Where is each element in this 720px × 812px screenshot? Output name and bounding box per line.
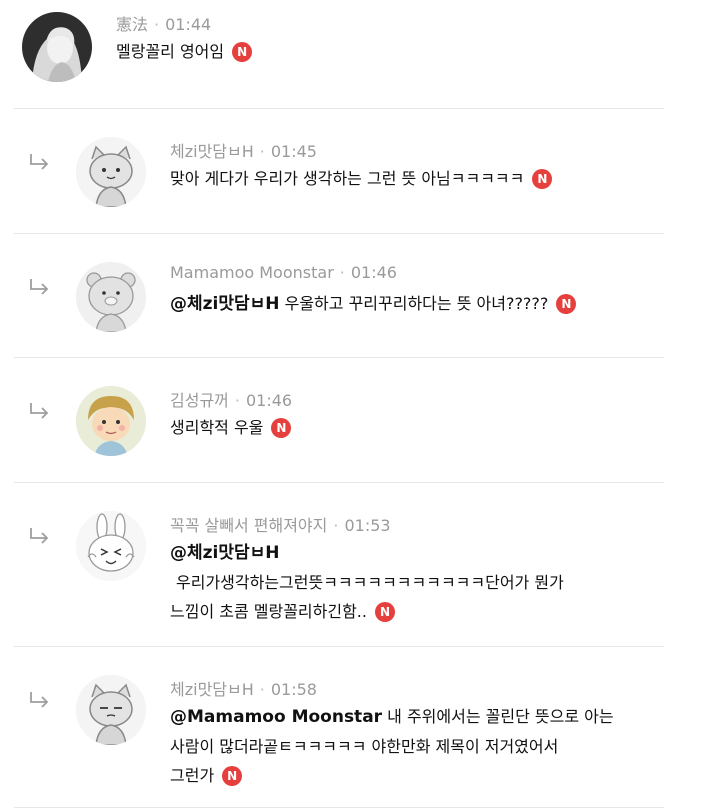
new-badge: N bbox=[271, 418, 292, 438]
reply-arrow-icon bbox=[30, 154, 49, 170]
mention-link[interactable]: @체zi맛담ㅂH bbox=[170, 543, 280, 563]
mention-link[interactable]: @Mamamoo Moonstar bbox=[170, 707, 382, 727]
author-name[interactable]: 김성규꺼 bbox=[170, 391, 229, 410]
comment-body-line: 사람이 많더라곹ㅌㅋㅋㅋㅋㅋ 야한만화 제목이 저거였어서 bbox=[170, 737, 559, 756]
avatar[interactable] bbox=[22, 12, 92, 82]
author-name[interactable]: 체zi맛담ㅂH bbox=[170, 142, 254, 161]
author-name[interactable]: 체zi맛담ㅂH bbox=[170, 680, 254, 699]
avatar[interactable] bbox=[76, 675, 146, 745]
timestamp: 01:58 bbox=[270, 680, 317, 699]
comment-text: 생리학적 우울 N bbox=[170, 413, 292, 442]
comment-meta: 꼭꼭 살빼서 편해져야지 · 01:53 bbox=[170, 512, 391, 536]
cartoon-bear-icon bbox=[76, 262, 146, 332]
timestamp: 01:46 bbox=[350, 263, 397, 282]
new-badge: N bbox=[232, 42, 253, 62]
author-name[interactable]: Mamamoo Moonstar bbox=[170, 263, 334, 282]
new-badge: N bbox=[222, 766, 243, 786]
comment-text: @체zi맛담ㅂH 우울하고 꾸리꾸리하다는 뜻 아녀????? N bbox=[170, 289, 577, 319]
comment-item: 꼭꼭 살빼서 편해져야지 · 01:53 @체zi맛담ㅂH 우리가생각하는그런뜻ㅋㅋ… bbox=[0, 483, 720, 646]
separator-dot: · bbox=[259, 680, 265, 699]
new-badge: N bbox=[556, 294, 577, 314]
comment-item: Mamamoo Moonstar · 01:46 @체zi맛담ㅂH 우울하고 꾸리꾸… bbox=[0, 234, 720, 358]
separator-dot: · bbox=[333, 516, 339, 535]
new-badge: N bbox=[532, 169, 553, 189]
timestamp: 01:53 bbox=[344, 516, 391, 535]
separator-dot: · bbox=[339, 263, 345, 282]
comment-item: 憲法 · 01:44 멜랑꼴리 영어임 N bbox=[0, 0, 720, 108]
avatar[interactable] bbox=[76, 511, 146, 581]
cartoon-cat-icon bbox=[76, 137, 146, 207]
timestamp: 01:44 bbox=[165, 15, 212, 34]
reply-arrow-icon bbox=[30, 692, 49, 708]
avatar[interactable] bbox=[76, 137, 146, 207]
comment-text: 멜랑꼴리 영어임 N bbox=[116, 37, 253, 66]
cartoon-boy-icon bbox=[76, 386, 146, 456]
comment-body: 멜랑꼴리 영어임 bbox=[116, 42, 225, 61]
author-name[interactable]: 꼭꼭 살빼서 편해져야지 bbox=[170, 516, 327, 535]
portrait-photo-icon bbox=[22, 12, 92, 82]
cartoon-rabbit-icon bbox=[76, 511, 146, 581]
comment-meta: 김성규꺼 · 01:46 bbox=[170, 387, 292, 411]
avatar[interactable] bbox=[76, 262, 146, 332]
reply-arrow-icon bbox=[30, 279, 49, 295]
comment-item: 김성규꺼 · 01:46 생리학적 우울 N bbox=[0, 358, 720, 482]
author-name[interactable]: 憲法 bbox=[116, 15, 148, 34]
comment-body-line: 내 주위에서는 꼴린단 뜻으로 아는 bbox=[387, 707, 614, 726]
comment-meta: Mamamoo Moonstar · 01:46 bbox=[170, 263, 397, 282]
comment-text: @체zi맛담ㅂH 우리가생각하는그런뜻ㅋㅋㅋㅋㅋㅋㅋㅋㅋㅋㅋ단어가 뭔가 느낌이… bbox=[170, 538, 564, 626]
divider bbox=[14, 807, 664, 808]
reply-arrow-icon bbox=[30, 528, 49, 544]
reply-arrow-icon bbox=[30, 403, 49, 419]
mention-link[interactable]: @체zi맛담ㅂH bbox=[170, 294, 280, 314]
separator-dot: · bbox=[154, 15, 160, 34]
separator-dot: · bbox=[259, 142, 265, 161]
comment-meta: 체zi맛담ㅂH · 01:45 bbox=[170, 138, 317, 162]
comment-body: 맞아 게다가 우리가 생각하는 그런 뜻 아님ㅋㅋㅋㅋㅋ bbox=[170, 169, 525, 188]
timestamp: 01:46 bbox=[245, 391, 293, 410]
comment-text: @Mamamoo Moonstar 내 주위에서는 꼴린단 뜻으로 아는 사람이… bbox=[170, 702, 614, 790]
new-badge: N bbox=[374, 602, 395, 622]
comment-body-line: 그런가 bbox=[170, 766, 215, 785]
comment-item: 체zi맛담ㅂH · 01:45 맞아 게다가 우리가 생각하는 그런 뜻 아님ㅋㅋㅋ… bbox=[0, 109, 720, 233]
comment-meta: 체zi맛담ㅂH · 01:58 bbox=[170, 676, 317, 700]
comment-body-line: 느낌이 초콤 멜랑꼴리하긴함.. bbox=[170, 602, 367, 621]
comment-text: 맞아 게다가 우리가 생각하는 그런 뜻 아님ㅋㅋㅋㅋㅋ N bbox=[170, 164, 553, 193]
comment-body: 생리학적 우울 bbox=[170, 418, 264, 437]
comment-item: 체zi맛담ㅂH · 01:58 @Mamamoo Moonstar 내 주위에서는 … bbox=[0, 647, 720, 807]
comment-body: 우울하고 꾸리꾸리하다는 뜻 아녀????? bbox=[284, 294, 549, 313]
cartoon-cat-icon bbox=[76, 675, 146, 745]
comment-body-line: 우리가생각하는그런뜻ㅋㅋㅋㅋㅋㅋㅋㅋㅋㅋㅋ단어가 뭔가 bbox=[176, 573, 564, 592]
comment-meta: 憲法 · 01:44 bbox=[116, 11, 211, 35]
separator-dot: · bbox=[234, 391, 240, 410]
timestamp: 01:45 bbox=[270, 142, 317, 161]
avatar[interactable] bbox=[76, 386, 146, 456]
